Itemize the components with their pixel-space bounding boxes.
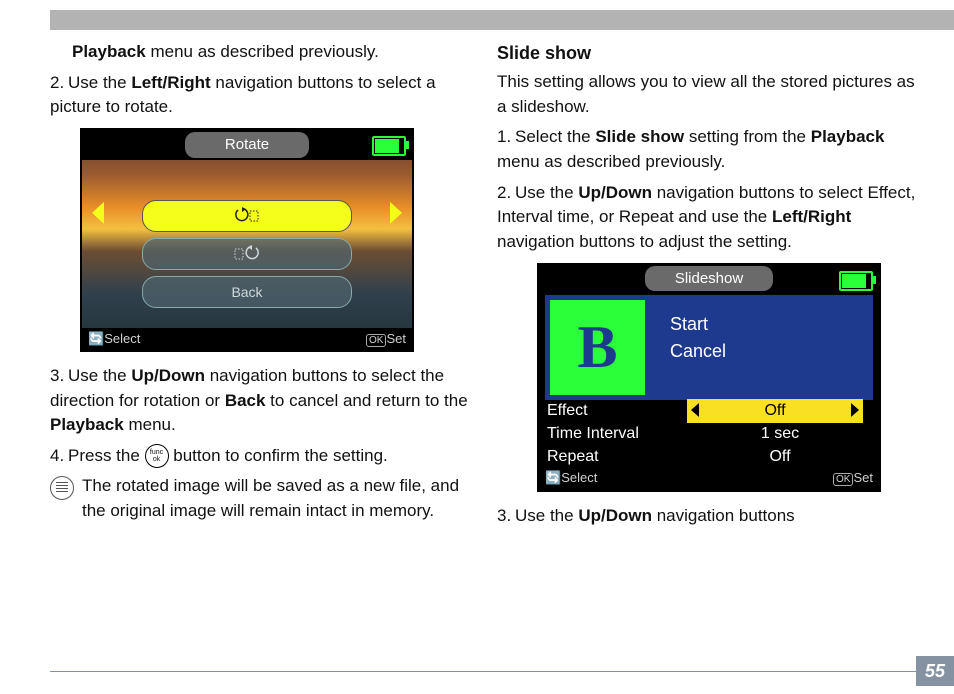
step-4: 4. Press the funcok button to confirm th…: [50, 444, 477, 469]
footer-divider: [50, 671, 916, 672]
step-3: 3. Use the Up/Down navigation buttons to…: [50, 364, 477, 438]
rotate-option-ccw[interactable]: [142, 200, 352, 232]
battery-icon: [839, 271, 873, 291]
step-2: 2. Use the Up/Down navigation buttons to…: [497, 181, 924, 255]
rotate-menu: Back: [142, 200, 352, 314]
footer-okset: OKSet: [833, 469, 873, 488]
section-heading: Slide show: [497, 40, 924, 66]
note-icon: [50, 476, 74, 500]
battery-icon: [372, 136, 406, 156]
rotate-footer: 🔄Select OKSet: [82, 328, 412, 350]
slideshow-screenshot: Slideshow B Start Cancel Effect Off Time…: [537, 263, 881, 492]
page-number: 55: [916, 656, 954, 686]
step-1: 1. Select the Slide show setting from th…: [497, 125, 924, 174]
right-column: Slide show This setting allows you to vi…: [497, 40, 924, 644]
slide-title: Slideshow: [645, 266, 773, 292]
chevron-left-icon: [691, 403, 699, 417]
slide-cancel[interactable]: Cancel: [670, 338, 873, 365]
rotate-screenshot: Rotate Back 🔄Select OKSet: [80, 128, 414, 352]
slide-actions: Start Cancel: [650, 295, 873, 400]
left-column: Playback menu as described previously. 2…: [50, 40, 477, 644]
content-area: Playback menu as described previously. 2…: [50, 40, 924, 644]
rotate-option-cw[interactable]: [142, 238, 352, 270]
note-text: The rotated image will be saved as a new…: [82, 474, 477, 523]
step-3: 3. Use the Up/Down navigation buttons: [497, 504, 924, 529]
func-ok-icon: funcok: [145, 444, 169, 468]
slide-settings-table: Effect Off Time Interval 1 sec Repeat Of…: [545, 400, 873, 469]
footer-select: 🔄Select: [545, 469, 597, 488]
chevron-right-icon: [851, 403, 859, 417]
header-bar: [50, 10, 954, 30]
text-line: Playback menu as described previously.: [50, 40, 477, 65]
footer-select: 🔄Select: [88, 330, 140, 349]
table-row[interactable]: Repeat Off: [545, 446, 873, 469]
table-row[interactable]: Effect Off: [545, 400, 873, 423]
slide-thumbnail: B: [550, 300, 645, 395]
rotate-title: Rotate: [185, 132, 309, 158]
slide-main-panel: B Start Cancel: [545, 295, 873, 400]
nav-right-icon: [390, 202, 402, 224]
footer-okset: OKSet: [366, 330, 406, 349]
step-2: 2. Use the Left/Right navigation buttons…: [50, 71, 477, 120]
note: The rotated image will be saved as a new…: [50, 474, 477, 523]
table-row[interactable]: Time Interval 1 sec: [545, 423, 873, 446]
rotate-title-bar: Rotate: [82, 130, 412, 160]
rotate-option-back[interactable]: Back: [142, 276, 352, 308]
nav-left-icon: [92, 202, 104, 224]
slide-footer: 🔄Select OKSet: [539, 468, 879, 490]
slide-start[interactable]: Start: [670, 311, 873, 338]
slide-title-bar: Slideshow: [539, 265, 879, 293]
intro-text: This setting allows you to view all the …: [497, 70, 924, 119]
